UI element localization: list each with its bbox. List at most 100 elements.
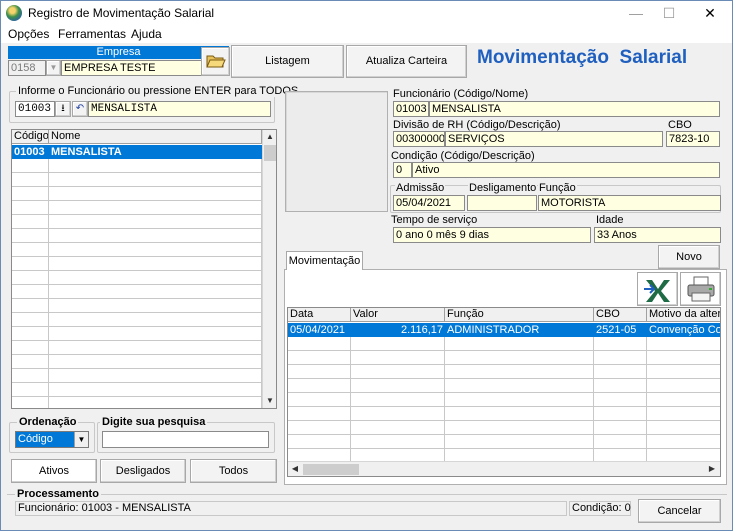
empty-grid-cell <box>12 383 49 397</box>
atualiza-carteira-button[interactable]: Atualiza Carteira <box>346 45 467 78</box>
funcionario-name-field[interactable]: MENSALISTA <box>429 101 720 117</box>
maximize-button[interactable]: ☐ <box>646 1 692 25</box>
column-header-motivo[interactable]: Motivo da altera <box>647 308 720 322</box>
empty-grid-cell <box>49 159 262 173</box>
empty-grid-cell <box>647 435 720 449</box>
filter-todos-button[interactable]: Todos <box>190 459 277 483</box>
novo-button[interactable]: Novo <box>658 245 720 269</box>
print-button[interactable] <box>680 272 721 306</box>
condicao-desc-field[interactable]: Ativo <box>412 162 720 178</box>
empresa-lookup-button[interactable]: ▼ <box>46 60 61 76</box>
column-header-funcao[interactable]: Função <box>445 308 594 322</box>
download-button[interactable]: ⭳ <box>55 101 71 117</box>
empty-grid-cell <box>12 327 49 341</box>
open-folder-button[interactable] <box>201 47 230 76</box>
empresa-header: Empresa <box>8 46 229 59</box>
empty-grid-cell <box>288 351 351 365</box>
status-text: Funcionário: 01003 - MENSALISTA <box>15 501 567 516</box>
empty-grid-cell <box>445 407 594 421</box>
empty-grid-cell <box>49 313 262 327</box>
page-title: Movimentação Salarial <box>477 47 688 68</box>
movimentacao-grid[interactable]: Data Valor Função CBO Motivo da altera 0… <box>287 307 721 477</box>
empty-grid-cell <box>288 407 351 421</box>
empty-grid-cell <box>594 435 647 449</box>
funcao-field[interactable]: MOTORISTA <box>538 195 721 211</box>
admissao-field[interactable]: 05/04/2021 <box>393 195 465 211</box>
search-input[interactable] <box>102 431 269 448</box>
filter-desligados-button[interactable]: Desligados <box>100 459 186 483</box>
cell-nome: MENSALISTA <box>51 146 122 158</box>
column-header-valor[interactable]: Valor <box>351 308 445 322</box>
empty-grid-cell <box>288 435 351 449</box>
empty-grid-cell <box>12 299 49 313</box>
empresa-code-field[interactable]: 0158 <box>8 60 46 76</box>
cbo-label: CBO <box>668 119 692 131</box>
excel-export-icon <box>643 280 670 302</box>
status-divider <box>7 494 727 495</box>
empty-grid-cell <box>12 313 49 327</box>
undo-button[interactable]: ↶ <box>72 101 88 117</box>
empty-grid-cell <box>49 257 262 271</box>
empty-grid-cell <box>351 393 445 407</box>
empty-grid-cell <box>12 369 49 383</box>
menu-ajuda[interactable]: Ajuda <box>131 27 162 41</box>
empty-grid-cell <box>12 173 49 187</box>
empty-grid-cell <box>49 187 262 201</box>
empty-grid-cell <box>351 379 445 393</box>
cancelar-button[interactable]: Cancelar <box>638 499 721 523</box>
empty-grid-cell <box>647 337 720 351</box>
empty-grid-cell <box>49 285 262 299</box>
empty-grid-cell <box>12 355 49 369</box>
column-header-data[interactable]: Data <box>288 308 351 322</box>
empty-grid-cell <box>445 337 594 351</box>
filter-ativos-button[interactable]: Ativos <box>11 459 97 483</box>
condicao-code-field[interactable]: 0 <box>393 162 412 178</box>
scroll-right-icon[interactable]: ▶ <box>705 462 719 476</box>
ordering-selected-value: Código <box>18 433 53 445</box>
menu-opcoes[interactable]: Opções <box>8 27 49 41</box>
empty-grid-cell <box>49 327 262 341</box>
open-folder-icon <box>205 55 226 68</box>
table-row[interactable]: 05/04/2021 2.116,17 ADMINISTRADOR 2521-0… <box>288 323 720 337</box>
close-button[interactable]: ✕ <box>687 1 733 25</box>
employee-grid[interactable]: Código Nome 01003 MENSALISTA ▲ ▼ <box>11 129 277 409</box>
divisao-label: Divisão de RH (Código/Descrição) <box>393 119 561 131</box>
idade-label: Idade <box>596 214 624 226</box>
column-header-codigo[interactable]: Código <box>12 130 49 144</box>
empty-grid-cell <box>288 365 351 379</box>
employee-grid-scrollbar[interactable]: ▲ ▼ <box>262 130 276 408</box>
scroll-thumb[interactable] <box>264 145 276 161</box>
divisao-code-field[interactable]: 003000000 <box>393 131 445 147</box>
cbo-field[interactable]: 7823-10 <box>666 131 720 147</box>
condicao-label: Condição (Código/Descrição) <box>391 150 535 162</box>
divisao-desc-field[interactable]: SERVIÇOS <box>445 131 663 147</box>
chevron-down-icon[interactable]: ▼ <box>74 432 88 447</box>
idade-field[interactable]: 33 Anos <box>594 227 721 243</box>
scroll-up-icon[interactable]: ▲ <box>263 130 276 144</box>
search-label: Digite sua pesquisa <box>100 416 208 428</box>
empty-grid-cell <box>12 341 49 355</box>
scroll-thumb[interactable] <box>303 464 359 475</box>
ordering-select[interactable]: Código ▼ <box>15 431 89 448</box>
movimentacao-hscrollbar[interactable]: ◀ ▶ <box>288 461 720 476</box>
employee-name-field[interactable]: MENSALISTA <box>88 101 271 117</box>
cell-funcao: ADMINISTRADOR <box>447 324 540 336</box>
desligamento-field[interactable] <box>467 195 537 211</box>
column-header-cbo[interactable]: CBO <box>594 308 647 322</box>
listagem-button[interactable]: Listagem <box>231 45 344 78</box>
main-window: Registro de Movimentação Salarial — ☐ ✕ … <box>0 0 733 531</box>
tempo-servico-field[interactable]: 0 ano 0 mês 9 dias <box>393 227 591 243</box>
empty-grid-cell <box>445 393 594 407</box>
empty-grid-cell <box>445 351 594 365</box>
tab-movimentacao[interactable]: Movimentação <box>286 251 363 270</box>
scroll-left-icon[interactable]: ◀ <box>288 462 302 476</box>
table-row[interactable]: 01003 MENSALISTA <box>12 145 262 159</box>
empty-grid-cell <box>351 365 445 379</box>
employee-code-input[interactable]: 01003 <box>15 101 55 117</box>
excel-export-button[interactable] <box>637 272 678 306</box>
empty-grid-cell <box>351 337 445 351</box>
scroll-down-icon[interactable]: ▼ <box>263 394 276 408</box>
funcionario-code-field[interactable]: 01003 <box>393 101 429 117</box>
menu-ferramentas[interactable]: Ferramentas <box>58 27 126 41</box>
column-header-nome[interactable]: Nome <box>49 130 262 144</box>
